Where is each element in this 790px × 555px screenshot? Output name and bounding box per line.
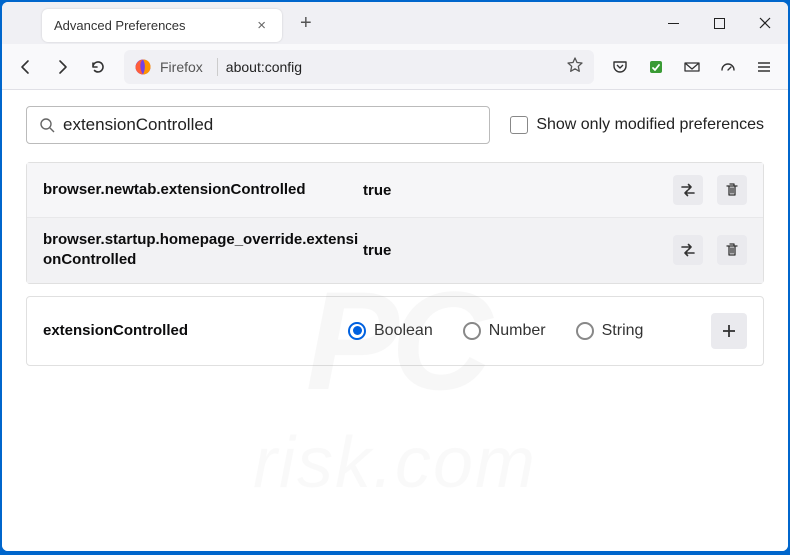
new-preference-name: extensionControlled — [43, 322, 348, 339]
new-tab-button[interactable]: + — [292, 8, 320, 39]
radio-icon — [348, 322, 366, 340]
radio-string[interactable]: String — [576, 322, 644, 340]
radio-label: Number — [489, 322, 546, 340]
reload-button[interactable] — [82, 51, 114, 83]
extension-icon[interactable] — [640, 51, 672, 83]
dashboard-icon[interactable] — [712, 51, 744, 83]
plus-icon — [721, 323, 737, 339]
delete-button[interactable] — [717, 235, 747, 265]
toggle-icon — [679, 181, 697, 199]
search-input[interactable]: extensionControlled — [26, 106, 490, 144]
menu-button[interactable] — [748, 51, 780, 83]
nav-toolbar: Firefox about:config — [2, 44, 788, 90]
radio-label: Boolean — [374, 322, 433, 340]
url-bar[interactable]: Firefox about:config — [124, 50, 594, 84]
back-button[interactable] — [10, 51, 42, 83]
toggle-button[interactable] — [673, 175, 703, 205]
delete-button[interactable] — [717, 175, 747, 205]
window-controls — [650, 2, 788, 44]
firefox-icon — [134, 58, 152, 76]
minimize-button[interactable] — [650, 2, 696, 44]
browser-tab[interactable]: Advanced Preferences × — [42, 9, 282, 42]
titlebar: Advanced Preferences × + — [2, 2, 788, 44]
urlbar-app-label: Firefox — [160, 59, 203, 75]
search-row: extensionControlled Show only modified p… — [26, 106, 764, 144]
preference-actions — [673, 175, 747, 205]
type-radio-group: Boolean Number String — [348, 322, 711, 340]
tab-title: Advanced Preferences — [54, 18, 186, 33]
page-content: PC risk.com extensionControlled Show onl… — [2, 90, 788, 551]
toggle-icon — [679, 241, 697, 259]
show-modified-checkbox[interactable]: Show only modified preferences — [510, 116, 764, 134]
radio-icon — [463, 322, 481, 340]
forward-button[interactable] — [46, 51, 78, 83]
bookmark-star-icon[interactable] — [566, 56, 584, 77]
radio-icon — [576, 322, 594, 340]
toggle-button[interactable] — [673, 235, 703, 265]
urlbar-text: about:config — [226, 59, 566, 75]
preference-name: browser.newtab.extensionControlled — [43, 180, 363, 200]
preference-list: browser.newtab.extensionControlled true … — [26, 162, 764, 284]
radio-number[interactable]: Number — [463, 322, 546, 340]
preference-name: browser.startup.homepage_override.extens… — [43, 230, 363, 271]
preference-value: true — [363, 242, 673, 259]
search-icon — [39, 117, 55, 133]
new-preference-row: extensionControlled Boolean Number Strin… — [26, 296, 764, 366]
urlbar-separator — [217, 58, 218, 76]
radio-boolean[interactable]: Boolean — [348, 322, 433, 340]
add-preference-button[interactable] — [711, 313, 747, 349]
maximize-button[interactable] — [696, 2, 742, 44]
close-window-button[interactable] — [742, 2, 788, 44]
preference-row[interactable]: browser.startup.homepage_override.extens… — [27, 217, 763, 283]
checkbox-icon — [510, 116, 528, 134]
radio-label: String — [602, 322, 644, 340]
browser-window: Advanced Preferences × + — [2, 2, 788, 551]
preference-value: true — [363, 182, 673, 199]
trash-icon — [724, 182, 740, 198]
pocket-icon[interactable] — [604, 51, 636, 83]
search-value: extensionControlled — [63, 115, 213, 135]
preference-actions — [673, 235, 747, 265]
trash-icon — [724, 242, 740, 258]
checkbox-label: Show only modified preferences — [536, 116, 764, 134]
preference-row[interactable]: browser.newtab.extensionControlled true — [27, 163, 763, 217]
mail-icon[interactable] — [676, 51, 708, 83]
close-tab-icon[interactable]: × — [253, 17, 270, 34]
